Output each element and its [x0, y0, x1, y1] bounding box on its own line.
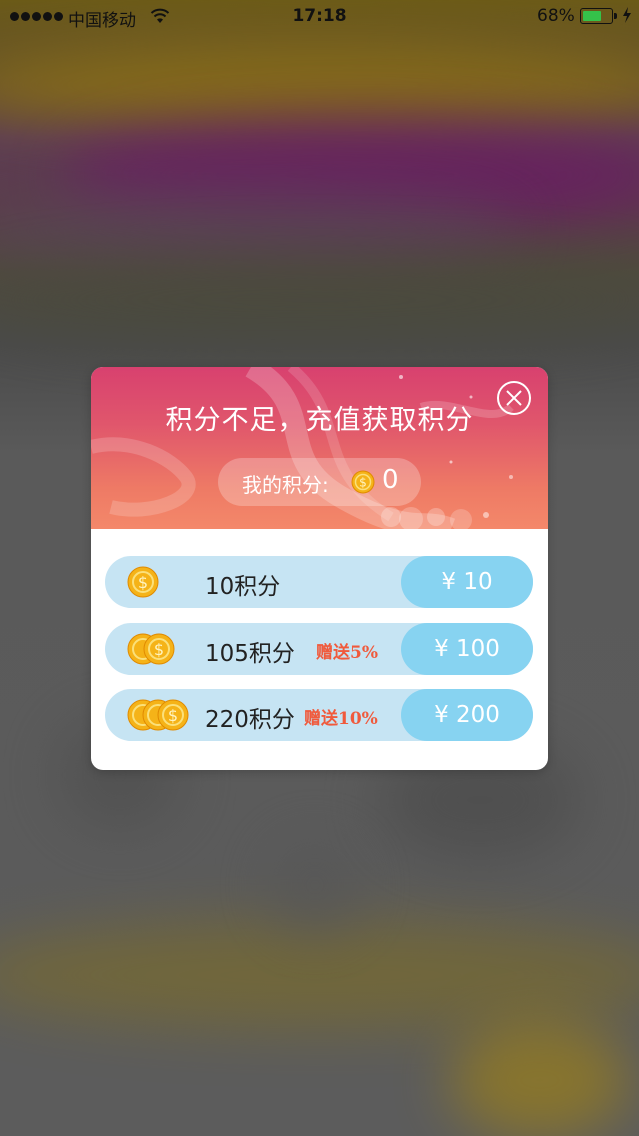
svg-text:$: $: [359, 476, 367, 490]
price-button[interactable]: ¥ 10: [401, 556, 533, 608]
package-row[interactable]: $ 105积分 赠送5% ¥ 100: [105, 623, 533, 675]
svg-text:$: $: [154, 640, 164, 659]
dialog-title: 积分不足，充值获取积分: [165, 405, 474, 436]
status-bar: 中国移动 17:18 68%: [0, 0, 639, 34]
charging-bolt-icon: [623, 7, 631, 23]
coin-icon: $: [127, 566, 159, 598]
recharge-dialog: 积分不足，充值获取积分 我的积分: $ 0 $ 10积分 ¥ 10 $ 105积…: [91, 367, 548, 770]
svg-text:$: $: [138, 573, 148, 592]
coin-stack-icon: $: [127, 699, 189, 731]
package-points: 10积分: [205, 574, 281, 600]
battery-percent: 68%: [537, 6, 575, 26]
my-points-value: 0: [382, 465, 399, 495]
close-button[interactable]: [497, 381, 531, 415]
battery-icon: [580, 8, 617, 24]
bonus-label: 赠送10%: [304, 709, 378, 729]
package-row[interactable]: $ 220积分 赠送10% ¥ 200: [105, 689, 533, 741]
my-points-label: 我的积分:: [242, 473, 329, 497]
svg-text:$: $: [168, 706, 178, 725]
package-points: 220积分: [205, 707, 295, 733]
price-button[interactable]: ¥ 200: [401, 689, 533, 741]
coin-icon: $: [351, 470, 375, 494]
close-icon: [506, 390, 522, 406]
bonus-label: 赠送5%: [316, 643, 378, 663]
package-points: 105积分: [205, 641, 295, 667]
coin-stack-icon: $: [127, 633, 175, 665]
my-points-pill: 我的积分: $ 0: [218, 458, 421, 506]
package-row[interactable]: $ 10积分 ¥ 10: [105, 556, 533, 608]
dialog-header: 积分不足，充值获取积分 我的积分: $ 0: [91, 367, 548, 529]
price-button[interactable]: ¥ 100: [401, 623, 533, 675]
